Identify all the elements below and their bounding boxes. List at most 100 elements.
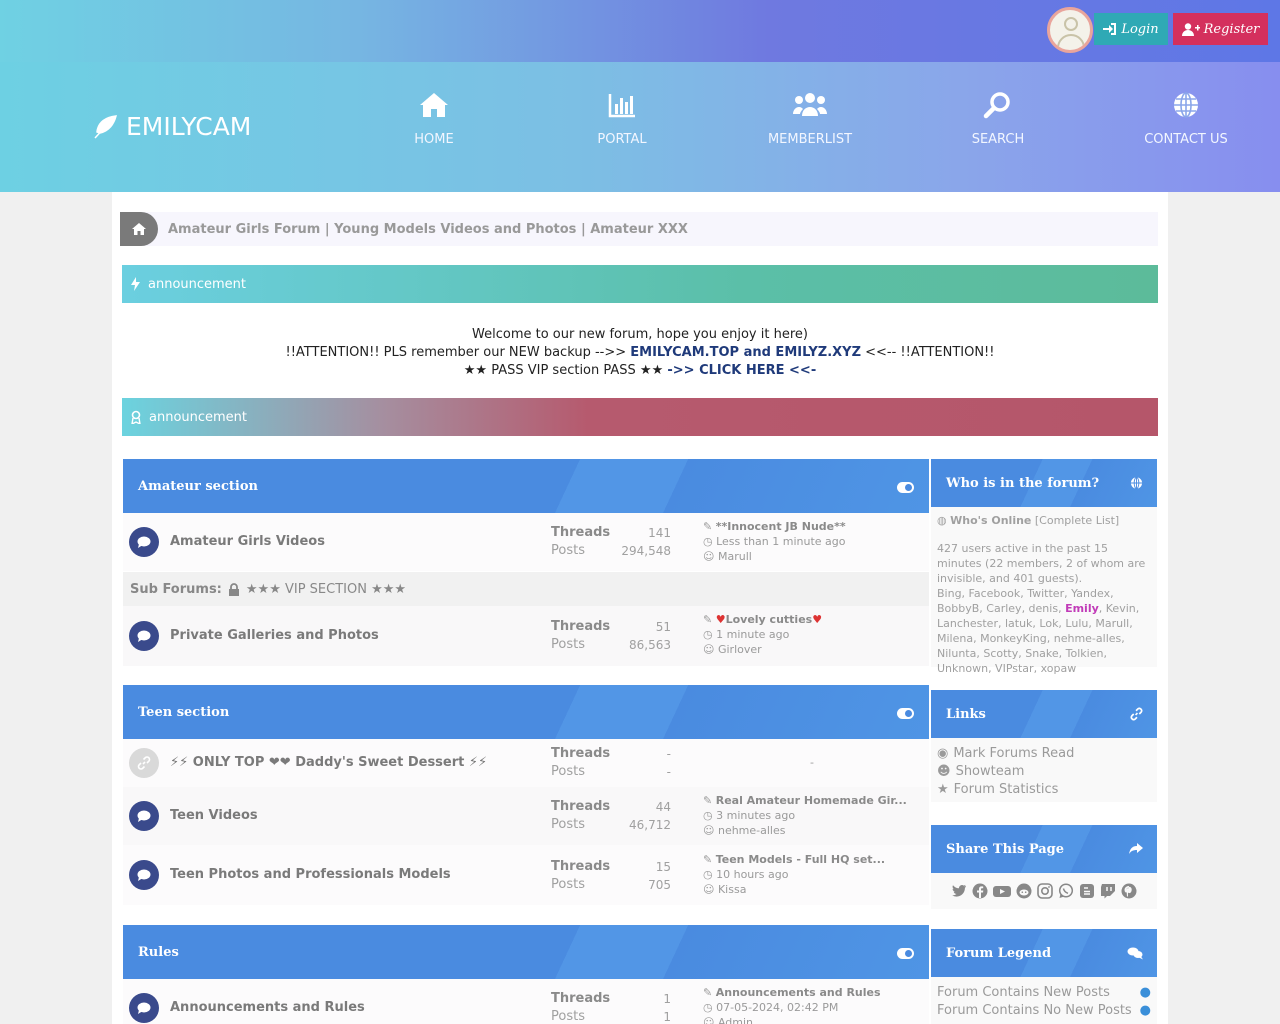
forum-stat-labels: Threads Posts: [551, 990, 610, 1024]
whos-online-link[interactable]: Who's Online: [950, 514, 1031, 527]
heart-icon: ♥: [812, 613, 823, 626]
instagram-icon[interactable]: [1037, 883, 1053, 899]
sub-forums-bar: Sub Forums: ★★★ VIP SECTION ★★★: [123, 572, 929, 606]
online-users: Bing, Facebook, Twitter, Yandex, BobbyB,…: [937, 586, 1151, 676]
forum-link[interactable]: Teen Photos and Professionals Models: [170, 867, 451, 882]
forum-link[interactable]: Private Galleries and Photos: [170, 628, 379, 643]
user-avatar[interactable]: [1047, 7, 1093, 53]
globe-icon: [1130, 476, 1143, 490]
click-here-link[interactable]: ->> CLICK HERE <<-: [667, 363, 816, 378]
nav-search-label: SEARCH: [971, 132, 1025, 147]
breadcrumb-title[interactable]: Amateur Girls Forum | Young Models Video…: [168, 222, 688, 237]
whos-online-line: ◍ Who's Online [Complete List]: [937, 513, 1151, 528]
last-post-title[interactable]: Announcements and Rules: [716, 986, 881, 999]
sidebar-share-body: [931, 873, 1157, 909]
showteam-link[interactable]: ☻ Showteam: [937, 763, 1151, 781]
forum-statistics-link[interactable]: ★ Forum Statistics: [937, 781, 1151, 799]
category-header-amateur[interactable]: Amateur section: [123, 459, 929, 513]
online-user-highlight[interactable]: Emily: [1065, 602, 1099, 615]
comment-icon: [137, 630, 151, 642]
posts-label: Posts: [551, 637, 585, 652]
link-label: Forum Statistics: [953, 782, 1059, 797]
category-header-rules[interactable]: Rules: [123, 925, 929, 979]
facebook-icon[interactable]: [972, 883, 988, 899]
login-button[interactable]: Login: [1094, 13, 1168, 45]
last-post-user[interactable]: Marull: [718, 550, 752, 563]
forum-stat-labels: Threads Posts: [551, 858, 610, 894]
nav-home-label: HOME: [414, 132, 454, 147]
nav-memberlist-label: MEMBERLIST: [767, 132, 853, 147]
pinterest-icon[interactable]: [1121, 883, 1137, 899]
backup-domains[interactable]: EMILYCAM.TOP and EMILYZ.XYZ: [630, 345, 861, 360]
comment-icon: ●: [1139, 1003, 1151, 1018]
sub-forum-link[interactable]: ★★★ VIP SECTION ★★★: [246, 582, 406, 597]
login-label: Login: [1121, 21, 1159, 37]
last-post-time: 10 hours ago: [716, 868, 789, 881]
collapse-toggle-icon[interactable]: [897, 948, 914, 959]
mark-read-link[interactable]: ◉ Mark Forums Read: [937, 745, 1151, 763]
line2-post: <<-- !!ATTENTION!!: [861, 345, 995, 360]
youtube-icon[interactable]: [993, 883, 1011, 899]
last-post-title[interactable]: **Innocent JB Nude**: [716, 520, 846, 533]
last-post-user[interactable]: Girlover: [718, 643, 762, 656]
forum-link[interactable]: ⚡⚡ ONLY TOP ❤❤ Daddy's Sweet Dessert ⚡⚡: [170, 755, 487, 770]
home-icon: [420, 93, 448, 117]
whatsapp-icon[interactable]: [1058, 883, 1074, 899]
last-post-title[interactable]: Real Amateur Homemade Gir...: [716, 794, 907, 807]
forum-stat-labels: Threads Posts: [551, 618, 610, 654]
category-header-teen[interactable]: Teen section: [123, 685, 929, 739]
last-post-user[interactable]: nehme-alles: [718, 824, 786, 837]
forum-link[interactable]: Announcements and Rules: [170, 1000, 365, 1015]
announcement-bar: announcement: [122, 265, 1158, 303]
nav-search[interactable]: SEARCH: [928, 88, 1068, 147]
threads-count: 1: [663, 992, 671, 1006]
register-button[interactable]: Register: [1173, 13, 1268, 45]
twitter-icon[interactable]: [951, 883, 967, 899]
share-title: Share This Page: [946, 841, 1065, 857]
last-post-time: 3 minutes ago: [716, 809, 796, 822]
nav-home[interactable]: HOME: [364, 88, 504, 147]
posts-label: Posts: [551, 817, 585, 832]
category-title: Amateur section: [138, 478, 258, 494]
legend-new-posts: Forum Contains New Posts ●: [937, 984, 1151, 1002]
nav-memberlist[interactable]: MEMBERLIST: [740, 88, 880, 147]
users-icon: [793, 93, 827, 116]
last-post: ✎ Real Amateur Homemade Gir... ◷ 3 minut…: [703, 794, 907, 837]
threads-count: 44: [655, 800, 671, 814]
blogger-icon[interactable]: [1079, 883, 1095, 899]
posts-label: Posts: [551, 877, 585, 892]
forum-link[interactable]: Teen Videos: [170, 808, 258, 823]
threads-label: Threads: [551, 991, 611, 1006]
nav-contact[interactable]: CONTACT US: [1116, 88, 1256, 147]
last-post: ✎ Teen Models - Full HQ set... ◷ 10 hour…: [703, 853, 886, 896]
posts-label: Posts: [551, 764, 585, 779]
last-post: ✎ ♥Lovely cutties♥ ◷ 1 minute ago ☺ Girl…: [703, 613, 823, 656]
announcement-body: Welcome to our new forum, hope you enjoy…: [122, 326, 1158, 380]
category-title: Rules: [138, 944, 179, 960]
site-logo[interactable]: EMILYCAM: [92, 112, 251, 141]
last-post: -: [810, 756, 814, 769]
last-post-time: 07-05-2024, 02:42 PM: [716, 1001, 839, 1014]
threads-label: Threads: [551, 525, 611, 540]
last-post-title[interactable]: Lovely cutties: [726, 613, 813, 626]
posts-count: 294,548: [621, 544, 671, 558]
forum-link[interactable]: Amateur Girls Videos: [170, 534, 325, 549]
nav-portal[interactable]: PORTAL: [552, 88, 692, 147]
twitch-icon[interactable]: [1100, 883, 1116, 899]
last-post-time: 1 minute ago: [716, 628, 790, 641]
reddit-icon[interactable]: [1016, 883, 1032, 899]
legend-title: Forum Legend: [946, 945, 1052, 961]
last-post-user[interactable]: Kissa: [718, 883, 746, 896]
collapse-toggle-icon[interactable]: [897, 708, 914, 719]
forum-row: Teen Videos Threads Posts 44 46,712 ✎ Real…: [123, 787, 929, 845]
lock-icon: [228, 582, 239, 596]
threads-count: 15: [655, 860, 671, 874]
last-post-title[interactable]: Teen Models - Full HQ set...: [716, 853, 885, 866]
legend-label: Forum Contains No New Posts: [937, 1003, 1132, 1018]
sign-in-icon: [1103, 23, 1117, 35]
collapse-toggle-icon[interactable]: [897, 482, 914, 493]
last-post-user[interactable]: Admin: [718, 1016, 753, 1024]
complete-list-link[interactable]: [Complete List]: [1035, 514, 1119, 527]
forum-stat-values: --: [611, 745, 671, 781]
breadcrumb-home[interactable]: [120, 212, 158, 246]
